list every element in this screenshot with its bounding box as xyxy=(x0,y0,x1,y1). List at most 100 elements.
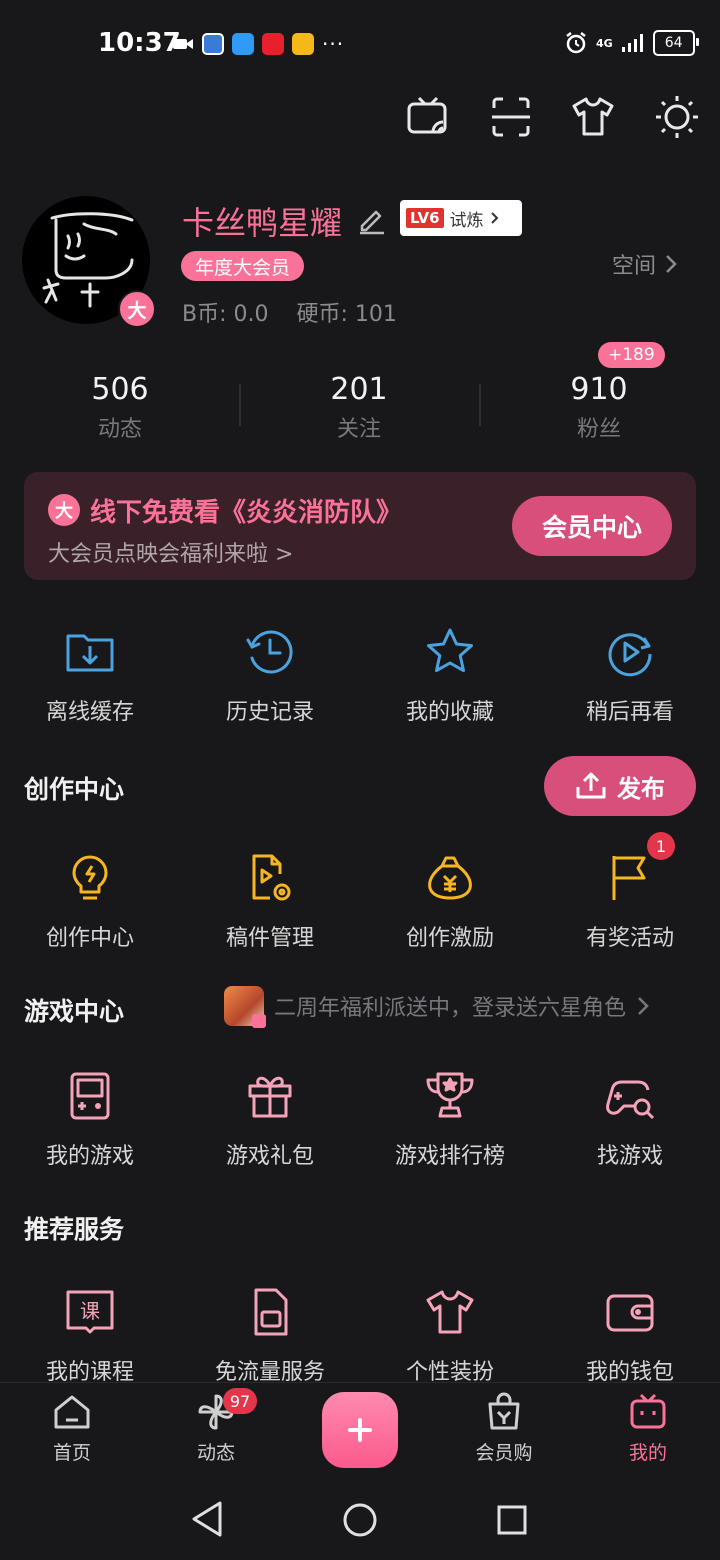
stat-label: 粉丝 xyxy=(576,417,621,442)
level-badge[interactable]: LV6 试炼 xyxy=(400,200,522,236)
recents-square-icon[interactable] xyxy=(496,1504,528,1536)
chevron-right-icon xyxy=(490,212,498,224)
game-item-label: 找游戏 xyxy=(596,1144,663,1169)
dress-up-button[interactable] xyxy=(570,94,616,140)
quick-action-watch-later[interactable]: 稍后再看 xyxy=(540,626,720,726)
tv-icon xyxy=(630,1393,666,1429)
creation-section-title: 创作中心 xyxy=(24,775,125,804)
game-promo-text: 二周年福利派送中，登录送六星角色 xyxy=(274,996,627,1021)
game-promo-link[interactable]: 二周年福利派送中，登录送六星角色 xyxy=(224,986,650,1028)
shopping-bag-icon xyxy=(488,1392,520,1430)
creation-item-label: 创作中心 xyxy=(45,926,134,951)
nav-vip-shop[interactable]: 会员购 xyxy=(454,1392,554,1465)
publish-label: 发布 xyxy=(617,774,665,803)
gamepad-search-icon xyxy=(606,1080,655,1120)
manuscript-icon xyxy=(252,854,291,901)
money-bag-icon xyxy=(428,856,472,900)
stat-label: 动态 xyxy=(97,417,142,442)
creation-item-manuscripts[interactable]: 稿件管理 xyxy=(180,852,360,952)
dynamics-count-badge: 97 xyxy=(223,1388,257,1414)
creation-item-events[interactable]: 有奖活动 xyxy=(540,852,720,952)
home-icon xyxy=(54,1395,90,1429)
vip-center-button[interactable]: 会员中心 xyxy=(512,496,672,556)
service-item-dress-up[interactable]: 个性装扮 xyxy=(360,1286,540,1386)
download-folder-icon xyxy=(66,634,114,672)
coins-balance: B币: 0.0 硬币: 101 xyxy=(182,302,397,327)
quick-action-label: 我的收藏 xyxy=(405,700,494,725)
edit-profile-button[interactable] xyxy=(356,204,388,236)
creation-item-label: 有奖活动 xyxy=(585,926,674,951)
sim-card-icon xyxy=(254,1288,288,1336)
taobao-app-icon xyxy=(262,33,284,55)
status-notification-icons: ··· xyxy=(172,32,344,56)
status-system-icons: 4G 64 xyxy=(564,30,699,56)
game-item-label: 游戏排行榜 xyxy=(394,1144,505,1169)
stat-value: 910 xyxy=(570,372,628,407)
nav-home[interactable]: 首页 xyxy=(22,1392,122,1465)
chevron-right-icon xyxy=(666,255,677,273)
battery-icon: 64 xyxy=(652,30,699,56)
game-item-ranking[interactable]: 游戏排行榜 xyxy=(360,1070,540,1170)
quick-action-offline-cache[interactable]: 离线缓存 xyxy=(0,626,180,726)
network-type: 4G xyxy=(596,36,613,50)
creation-item-label: 稿件管理 xyxy=(225,926,314,951)
space-link[interactable]: 空间 xyxy=(612,248,678,280)
publish-button[interactable]: 发布 xyxy=(544,756,696,816)
scan-icon xyxy=(492,97,530,137)
diamond-app-icon xyxy=(292,33,314,55)
service-item-wallet[interactable]: 我的钱包 xyxy=(540,1286,720,1386)
signal-icon xyxy=(621,34,643,52)
theme-toggle-button[interactable] xyxy=(654,94,700,140)
quick-action-history[interactable]: 历史记录 xyxy=(180,626,360,726)
stat-following[interactable]: 201 关注 xyxy=(289,372,429,443)
plus-icon xyxy=(348,1418,372,1442)
creation-item-center[interactable]: 创作中心 xyxy=(0,852,180,952)
home-circle-icon[interactable] xyxy=(342,1502,378,1538)
stat-dynamics[interactable]: 506 动态 xyxy=(50,372,190,443)
nav-label: 我的 xyxy=(628,1442,667,1464)
scan-button[interactable] xyxy=(488,94,534,140)
banner-subtitle: 大会员点映会福利来啦 > xyxy=(48,542,294,567)
game-item-my-games[interactable]: 我的游戏 xyxy=(0,1070,180,1170)
more-notifications-icon: ··· xyxy=(322,32,345,56)
tshirt-icon xyxy=(426,1290,474,1334)
create-post-button[interactable] xyxy=(322,1392,398,1468)
quick-action-label: 稍后再看 xyxy=(585,700,674,725)
back-triangle-icon[interactable] xyxy=(190,1500,224,1538)
stat-value: 201 xyxy=(330,372,388,407)
nav-label: 会员购 xyxy=(475,1442,533,1464)
tshirt-icon xyxy=(572,97,614,136)
game-item-gift-pack[interactable]: 游戏礼包 xyxy=(180,1070,360,1170)
services-section-title: 推荐服务 xyxy=(24,1215,125,1244)
game-thumbnail xyxy=(224,986,266,1028)
star-icon xyxy=(427,628,473,673)
course-icon-glyph: 课 xyxy=(80,1299,100,1323)
lightbulb-icon xyxy=(72,855,108,900)
stat-label: 关注 xyxy=(336,417,381,442)
stat-fans[interactable]: 910 粉丝 xyxy=(529,372,669,443)
service-item-courses[interactable]: 课 我的课程 xyxy=(0,1286,180,1386)
stat-value: 506 xyxy=(91,372,149,407)
quick-action-label: 历史记录 xyxy=(225,700,314,725)
trophy-icon xyxy=(426,1072,474,1118)
creation-item-label: 创作激励 xyxy=(405,926,494,951)
cast-tv-button[interactable] xyxy=(405,94,451,140)
game-item-label: 我的游戏 xyxy=(45,1144,134,1169)
vip-avatar-badge: 大 xyxy=(118,290,156,328)
events-notification-badge: 1 xyxy=(647,832,675,860)
stat-divider xyxy=(239,384,241,426)
creation-item-incentive[interactable]: 创作激励 xyxy=(360,852,540,952)
quick-action-favorites[interactable]: 我的收藏 xyxy=(360,626,540,726)
service-item-free-data[interactable]: 免流量服务 xyxy=(180,1286,360,1386)
cloud-app-icon xyxy=(232,33,254,55)
level-number: LV6 xyxy=(406,208,444,228)
alarm-icon xyxy=(566,32,586,54)
status-time: 10:37 xyxy=(98,28,181,58)
username[interactable]: 卡丝鸭星耀 xyxy=(182,198,342,244)
wallet-icon xyxy=(606,1294,654,1332)
nav-mine[interactable]: 我的 xyxy=(598,1392,698,1465)
pencil-icon xyxy=(360,210,384,235)
quick-action-label: 离线缓存 xyxy=(45,700,134,725)
game-item-find-games[interactable]: 找游戏 xyxy=(540,1070,720,1170)
annual-vip-badge[interactable]: 年度大会员 xyxy=(181,251,305,281)
